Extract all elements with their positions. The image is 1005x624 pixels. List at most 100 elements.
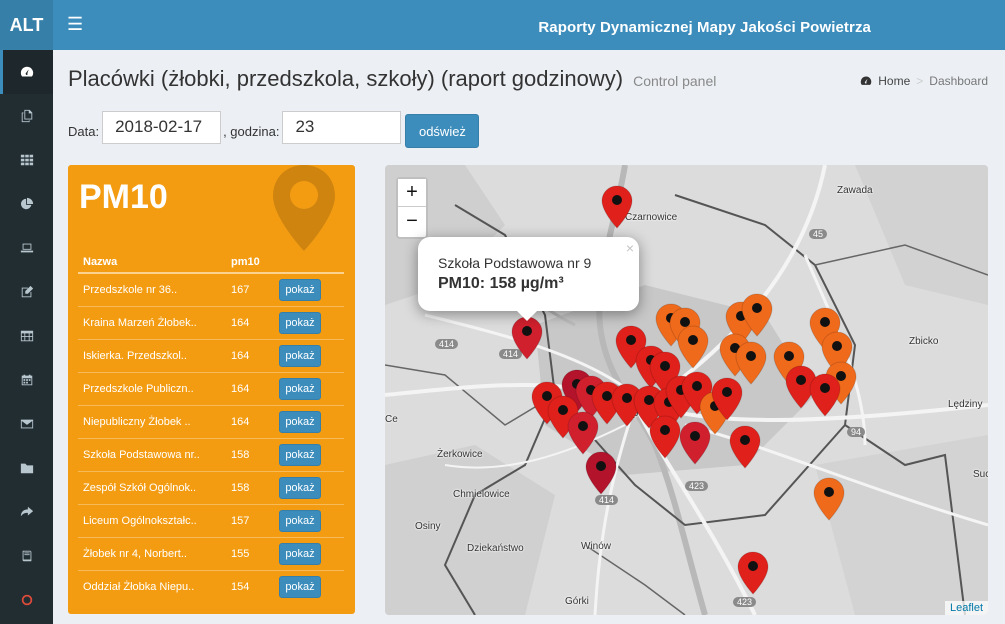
table-row: Zespół Szkół Ogólnok.. 158 pokaż xyxy=(78,470,344,504)
map-marker-icon[interactable] xyxy=(813,477,845,521)
road-number-shield: 45 xyxy=(809,229,828,239)
sidebar-item-folder[interactable] xyxy=(0,446,53,490)
action-cell: pokaż xyxy=(274,470,344,504)
table-icon xyxy=(20,330,33,342)
app-logo[interactable]: ALT xyxy=(0,0,53,50)
school-name: Oddział Żłobka Niepu.. xyxy=(78,569,226,603)
map-marker-icon[interactable] xyxy=(677,325,709,369)
edit-icon xyxy=(21,285,33,298)
map-marker-icon[interactable] xyxy=(585,451,617,495)
map-marker-icon[interactable] xyxy=(567,411,599,455)
table-row: Iskierka. Przedszkol.. 164 pokaż xyxy=(78,338,344,372)
breadcrumb-current: Dashboard xyxy=(929,74,988,88)
sidebar-item-charts[interactable] xyxy=(0,182,53,226)
action-cell: pokaż xyxy=(274,305,344,339)
top-navbar: ☰ Raporty Dynamicznej Mapy Jakości Powie… xyxy=(53,0,1005,50)
school-name: Niepubliczny Żłobek .. xyxy=(78,404,226,438)
action-cell: pokaż xyxy=(274,272,344,306)
pm10-value: 158 xyxy=(226,437,274,471)
road-number-shield: 414 xyxy=(435,339,459,349)
sidebar-item-docs[interactable] xyxy=(0,534,53,578)
dashboard-icon xyxy=(861,76,872,85)
show-on-map-button[interactable]: pokaż xyxy=(279,344,321,367)
show-on-map-button[interactable]: pokaż xyxy=(279,377,321,400)
map-marker-icon[interactable] xyxy=(737,551,769,595)
sidebar-item-laptop[interactable] xyxy=(0,226,53,270)
map-marker-icon[interactable] xyxy=(741,293,773,337)
show-on-map-button[interactable]: pokaż xyxy=(279,476,321,499)
action-cell: pokaż xyxy=(274,371,344,405)
school-name: Przedszkole Publiczn.. xyxy=(78,371,226,405)
air-quality-map[interactable]: Zawada Czarnowice Zbicko Lędziny Żerkowice Ch… xyxy=(385,165,988,615)
hour-input[interactable] xyxy=(282,110,402,144)
map-place-label: Osiny xyxy=(415,521,441,532)
map-place-label: Such xyxy=(973,469,988,480)
pm10-value: 167 xyxy=(226,272,274,306)
sidebar-item-important[interactable] xyxy=(0,578,53,622)
action-cell: pokaż xyxy=(274,404,344,438)
breadcrumb-home-link[interactable]: Home xyxy=(878,74,910,88)
page-title: Placówki (żłobki, przedszkola, szkoły) (… xyxy=(68,66,624,91)
pm10-value: 164 xyxy=(226,404,274,438)
pm10-value: 164 xyxy=(226,338,274,372)
sidebar-item-grid[interactable] xyxy=(0,138,53,182)
table-row: Żłobek nr 4, Norbert.. 155 pokaż xyxy=(78,536,344,570)
zoom-out-button[interactable]: − xyxy=(398,207,426,235)
map-popup: × Szkoła Podstawowa nr 9 PM10: 158 µg/m³ xyxy=(418,237,639,321)
app-title: Raporty Dynamicznej Mapy Jakości Powietr… xyxy=(538,19,871,36)
sidebar-item-copy[interactable] xyxy=(0,94,53,138)
table-row: Szkoła Podstawowa nr.. 158 pokaż xyxy=(78,437,344,471)
column-header-pm10: pm10 xyxy=(226,251,274,274)
road-number-shield: 423 xyxy=(733,597,757,607)
map-marker-icon[interactable] xyxy=(711,377,743,421)
calendar-icon xyxy=(21,374,32,386)
map-marker-icon[interactable] xyxy=(809,373,841,417)
sidebar-item-calendar[interactable] xyxy=(0,358,53,402)
pm10-value: 157 xyxy=(226,503,274,537)
show-on-map-button[interactable]: pokaż xyxy=(279,278,321,301)
zoom-in-button[interactable]: + xyxy=(398,179,426,207)
show-on-map-button[interactable]: pokaż xyxy=(279,542,321,565)
map-marker-icon[interactable] xyxy=(601,185,633,229)
breadcrumb: Home > Dashboard xyxy=(860,74,988,88)
map-marker-icon[interactable] xyxy=(679,421,711,465)
report-filter-form: Data: , godzina: odśwież xyxy=(68,107,480,148)
map-marker-icon[interactable] xyxy=(729,425,761,469)
show-on-map-button[interactable]: pokaż xyxy=(279,443,321,466)
map-place-label: Zbicko xyxy=(909,336,939,347)
sidebar-item-dashboard[interactable] xyxy=(0,50,53,94)
pm10-table: Nazwa pm10 Przedszkole nr 36.. 167 pokaż Kr… xyxy=(78,251,344,603)
date-input[interactable] xyxy=(102,110,222,144)
map-place-label: Żerkowice xyxy=(437,449,483,460)
sidebar-item-mailbox[interactable] xyxy=(0,402,53,446)
map-marker-icon[interactable] xyxy=(511,316,543,360)
pm10-value: 154 xyxy=(226,569,274,603)
close-icon[interactable]: × xyxy=(626,240,634,256)
pm10-card-title: PM10 xyxy=(79,178,168,216)
road-number-shield: 414 xyxy=(595,495,619,505)
show-on-map-button[interactable]: pokaż xyxy=(279,410,321,433)
show-on-map-button[interactable]: pokaż xyxy=(279,509,321,532)
leaflet-attribution-link[interactable]: Leaflet xyxy=(944,601,988,615)
show-on-map-button[interactable]: pokaż xyxy=(279,311,321,334)
sidebar-item-forms[interactable] xyxy=(0,270,53,314)
book-icon xyxy=(22,550,31,562)
date-label: Data: xyxy=(68,123,100,139)
breadcrumb-separator: > xyxy=(916,74,924,88)
table-row: Przedszkole nr 36.. 167 pokaż xyxy=(78,272,344,306)
map-place-label: Zawada xyxy=(837,185,873,196)
sidebar-item-share[interactable] xyxy=(0,490,53,534)
table-row: Liceum Ogólnokształc.. 157 pokaż xyxy=(78,503,344,537)
column-header-action xyxy=(274,251,344,274)
map-marker-icon xyxy=(273,165,335,251)
sidebar-item-tables[interactable] xyxy=(0,314,53,358)
action-cell: pokaż xyxy=(274,536,344,570)
menu-toggle-icon[interactable]: ☰ xyxy=(67,14,83,35)
circle-icon xyxy=(21,594,32,606)
map-marker-icon[interactable] xyxy=(649,415,681,459)
hour-label: , godzina: xyxy=(223,123,280,139)
show-on-map-button[interactable]: pokaż xyxy=(279,575,321,598)
pm10-value: 158 xyxy=(226,470,274,504)
table-row: Niepubliczny Żłobek .. 164 pokaż xyxy=(78,404,344,438)
refresh-button[interactable]: odśwież xyxy=(405,114,480,148)
